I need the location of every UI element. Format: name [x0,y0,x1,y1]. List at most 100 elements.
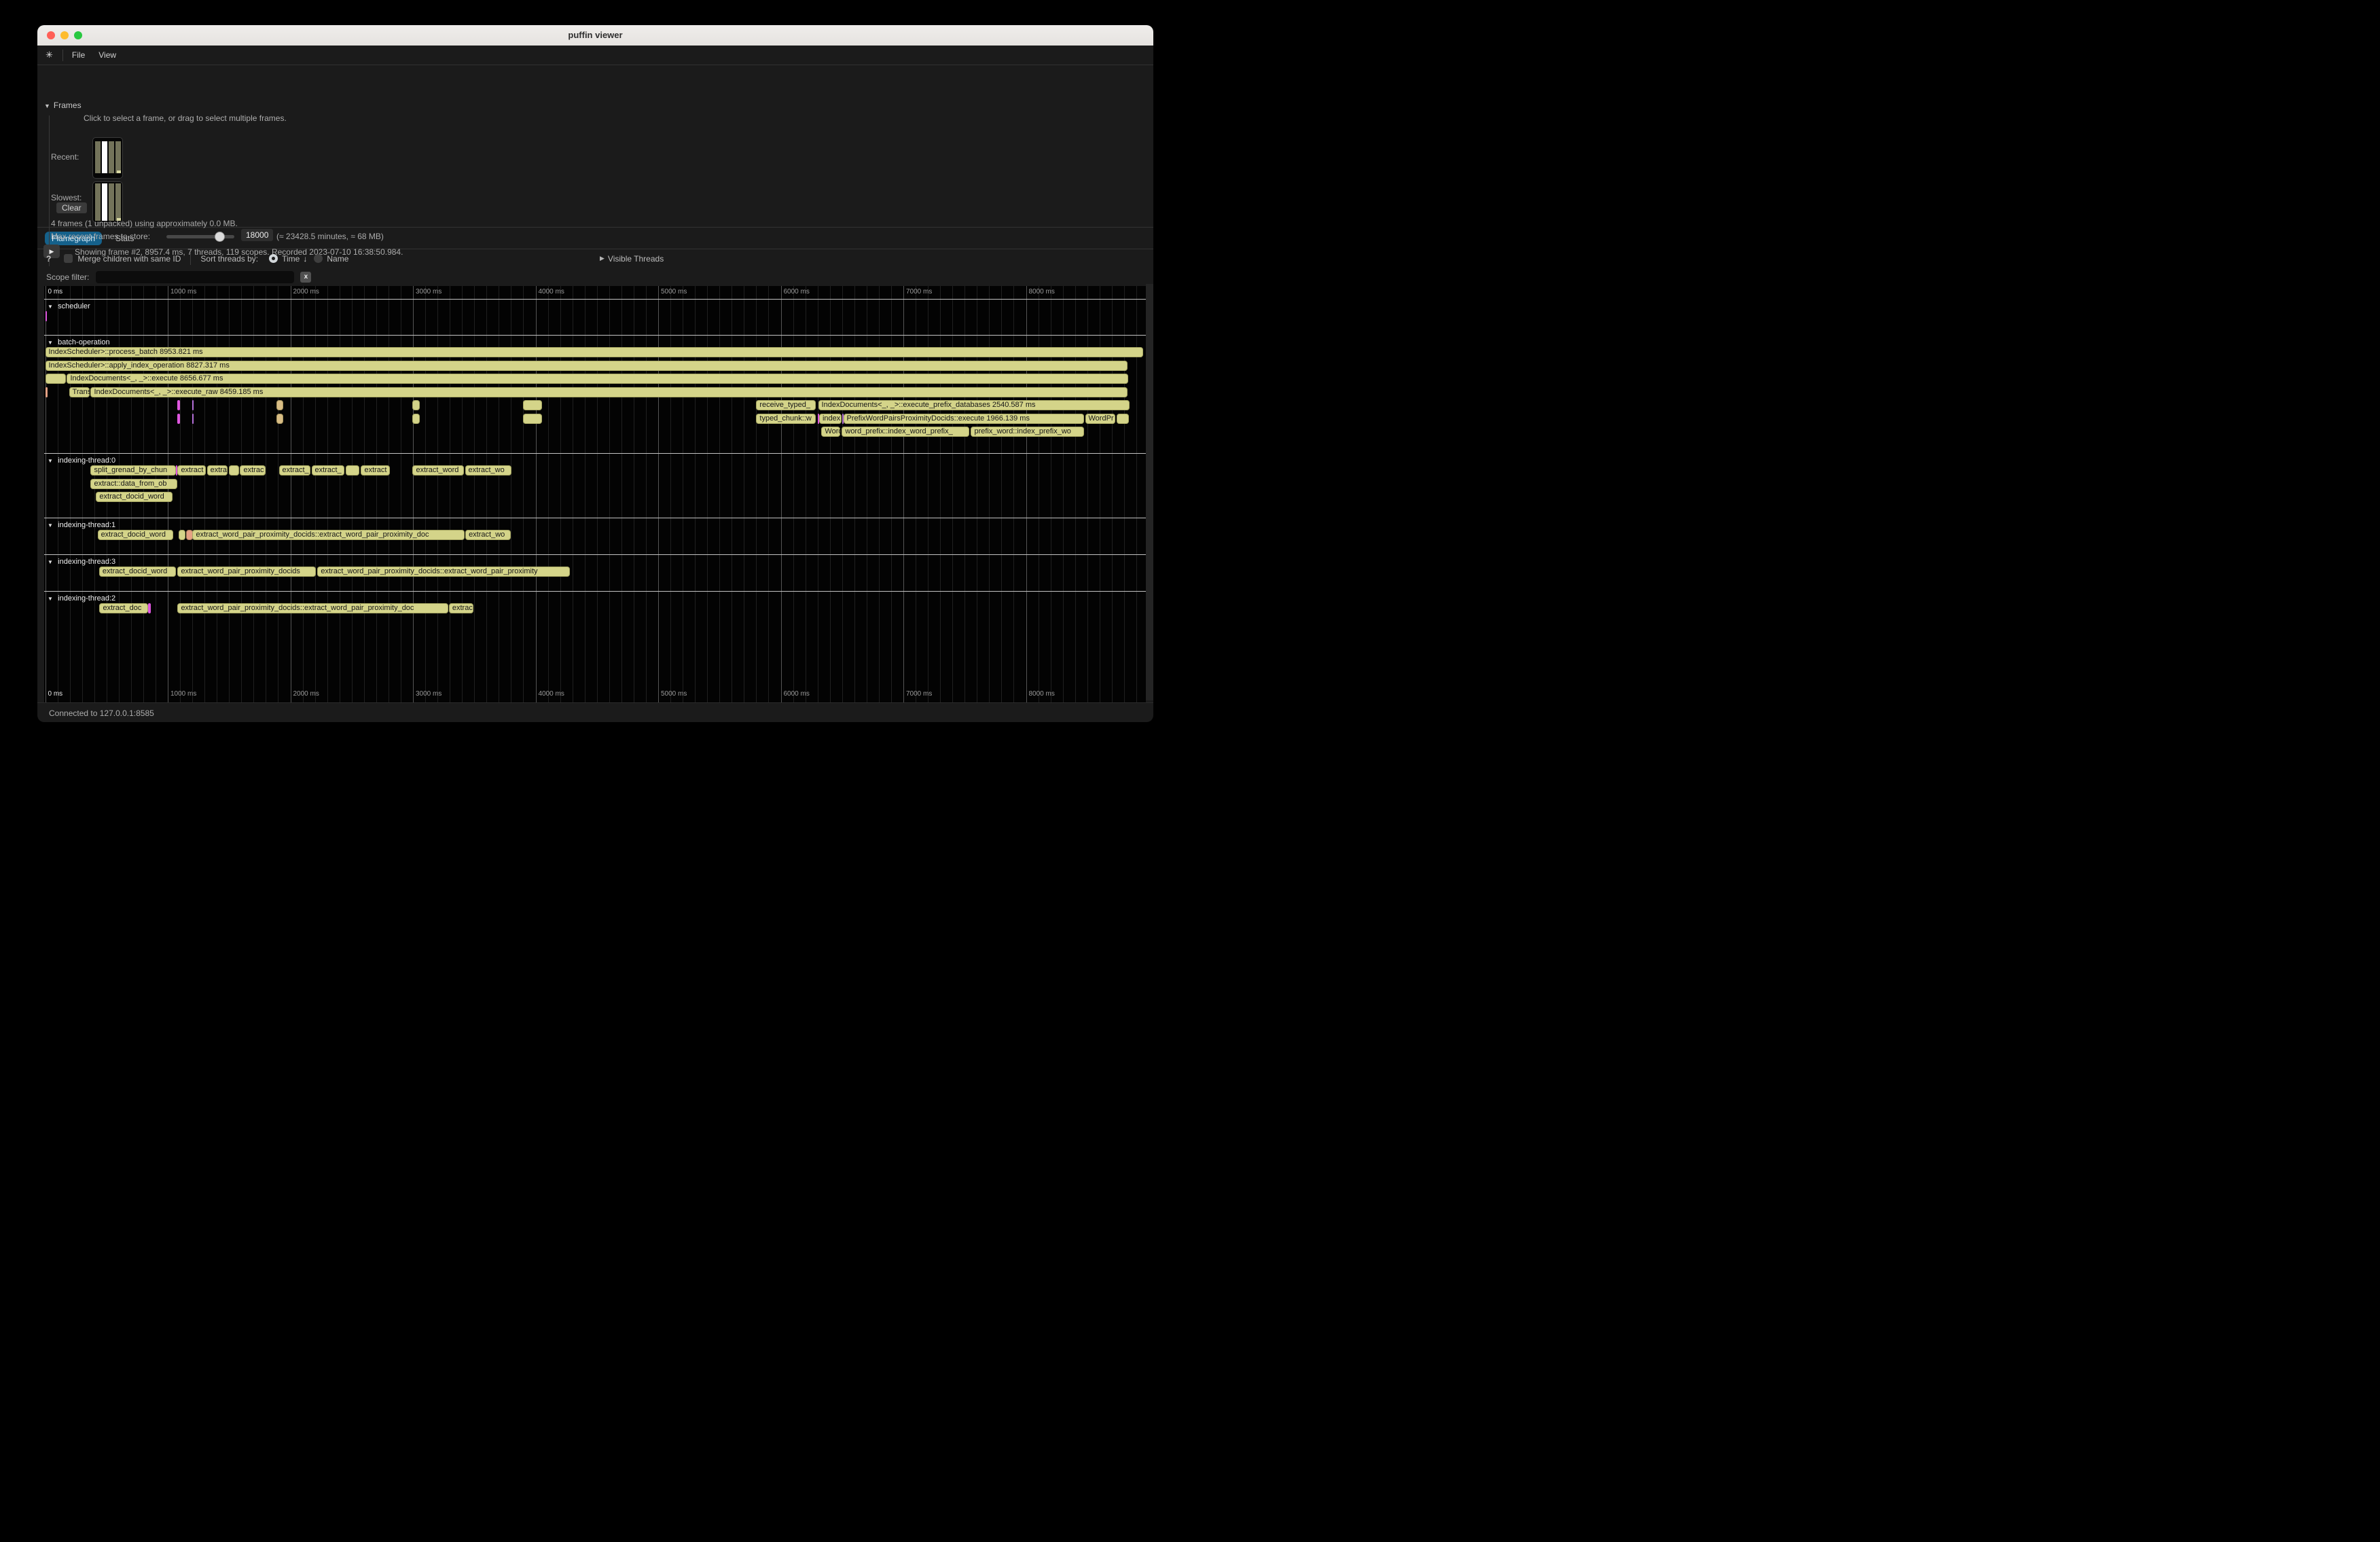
scope-bar[interactable] [179,530,185,540]
scope-bar[interactable]: Trans [69,387,90,397]
scope-bar[interactable]: extract_wo [465,465,512,476]
scope-bar[interactable]: extract_word [412,465,464,476]
scope-bar[interactable] [192,400,194,410]
scope-bar[interactable]: PrefixWordPairsProximityDocids::execute … [844,414,1085,424]
scope-bar[interactable] [229,465,239,476]
scope-bar[interactable] [46,374,67,384]
scope-bar[interactable]: extract::data_from_ob [90,479,177,489]
frame-bar[interactable] [102,141,107,173]
thread-header-indexing-thread:1[interactable]: ▼ indexing-thread:1 [48,521,115,529]
status-bar: Connected to 127.0.0.1:8585 [37,702,1153,722]
sort-radio-name[interactable] [314,254,323,263]
scope-bar[interactable]: extra [207,465,228,476]
recent-frames-thumbnail[interactable] [92,137,123,179]
max-frames-label: Max recent frames to store: [51,232,150,241]
clear-filter-button[interactable]: x [300,272,311,283]
frame-bar[interactable] [102,183,107,221]
scope-bar[interactable]: typed_chunk::w [756,414,816,424]
scope-bar[interactable]: extract [177,465,206,476]
sort-radio-label[interactable]: Name [327,254,348,264]
max-frames-value[interactable]: 18000 [241,229,273,241]
clear-button[interactable]: Clear [56,202,87,213]
close-button[interactable] [47,31,55,39]
frames-section-header[interactable]: ▼Frames [44,101,82,110]
thread-header-batch-operation[interactable]: ▼ batch-operation [48,338,110,346]
scope-bar[interactable] [177,400,180,410]
window-controls [47,31,82,39]
scope-bar[interactable]: extract_word_pair_proximity_docids::extr… [177,603,448,613]
thread-header-scheduler[interactable]: ▼ scheduler [48,302,90,310]
frame-bar[interactable] [109,183,114,221]
scope-bar[interactable] [523,414,542,424]
scope-bar[interactable]: extract_wo [465,530,511,540]
scope-bar[interactable] [148,603,150,613]
scope-bar[interactable]: extract [361,465,389,476]
axis-tick-label: 5000 ms [661,288,687,295]
scope-bar[interactable]: Word [821,427,840,437]
scope-bar[interactable]: index [819,414,842,424]
scope-bar[interactable]: extract_ [279,465,311,476]
visible-threads-header[interactable]: ▶ Visible Threads [600,254,664,264]
scope-bar[interactable]: IndexDocuments<_, _>::execute 8656.677 m… [67,374,1128,384]
frames-hint: Click to select a frame, or drag to sele… [84,113,287,123]
desktop: puffin viewer ✳ File View ▼Frames Click … [0,0,1190,771]
scope-bar[interactable] [523,400,542,410]
scope-bar[interactable]: extract_docid_word [99,567,177,577]
scope-bar[interactable] [412,414,419,424]
scope-bar[interactable]: extract_docid_word [96,492,173,502]
scope-bar[interactable] [192,414,194,424]
scope-bar[interactable] [1117,414,1129,424]
zoom-button[interactable] [74,31,82,39]
menu-view[interactable]: View [98,50,116,60]
frame-bar[interactable] [115,183,121,221]
scope-bar[interactable]: extract_docid_word [98,530,174,540]
slowest-frames-thumbnail[interactable] [92,181,123,223]
scope-bar[interactable]: extract_word_pair_proximity_docids [177,567,316,577]
scope-bar[interactable]: WordPr [1085,414,1116,424]
sort-radio-group: Time↓Name [262,254,348,264]
scope-bar[interactable]: IndexDocuments<_, _>::execute_prefix_dat… [818,400,1130,410]
scope-bar[interactable] [276,414,283,424]
thread-header-indexing-thread:3[interactable]: ▼ indexing-thread:3 [48,558,115,566]
scope-bar[interactable] [276,400,283,410]
canvas-right-gutter [1146,284,1153,700]
sort-radio-label[interactable]: Time [282,254,300,264]
sort-radio-time[interactable] [269,254,278,263]
scope-bar[interactable]: extrac [240,465,266,476]
scope-bar[interactable] [177,414,180,424]
scope-bar[interactable]: extract_ [312,465,344,476]
frame-bar[interactable] [109,141,114,173]
scope-bar[interactable]: extrac [449,603,473,613]
scope-bar[interactable]: receive_typed_ [756,400,816,410]
scope-bar[interactable]: extract_word_pair_proximity_docids::extr… [192,530,465,540]
scope-bar[interactable]: IndexScheduler>::process_batch 8953.821 … [46,347,1143,357]
scope-bar[interactable] [46,311,47,321]
scope-bar[interactable]: extract_doc [99,603,148,613]
collapse-triangle-icon: ▼ [48,559,54,565]
axis-tick-label: 7000 ms [906,288,932,295]
thread-header-indexing-thread:0[interactable]: ▼ indexing-thread:0 [48,456,115,465]
scope-bar[interactable] [412,400,419,410]
scope-bar[interactable]: prefix_word::index_prefix_wo [971,427,1083,437]
scope-filter-input[interactable] [96,271,294,283]
frame-bar[interactable] [115,141,121,173]
scope-bar[interactable]: IndexScheduler>::apply_index_operation 8… [46,361,1128,371]
theme-toggle-icon[interactable]: ✳ [46,50,53,60]
thread-header-indexing-thread:2[interactable]: ▼ indexing-thread:2 [48,594,115,603]
scope-bar[interactable]: IndexDocuments<_, _>::execute_raw 8459.1… [90,387,1128,397]
scope-bar[interactable]: split_grenad_by_chun [90,465,176,476]
scope-bar[interactable] [46,387,48,397]
minimize-button[interactable] [60,31,69,39]
flamegraph-canvas[interactable]: 0 ms0 ms1000 ms1000 ms2000 ms2000 ms3000… [44,286,1146,702]
merge-children-checkbox[interactable] [64,254,73,263]
max-frames-slider-handle[interactable] [215,232,225,242]
scope-bar[interactable]: extract_word_pair_proximity_docids::extr… [317,567,570,577]
merge-children-label[interactable]: Merge children with same ID [77,254,181,264]
scope-bar[interactable] [346,465,360,476]
frame-bar[interactable] [95,183,101,221]
frame-bar[interactable] [95,141,101,173]
scope-bar[interactable]: word_prefix::index_word_prefix_ [842,427,969,437]
help-button[interactable]: ? [46,254,51,264]
menu-file[interactable]: File [72,50,85,60]
scope-bar[interactable] [186,530,193,540]
